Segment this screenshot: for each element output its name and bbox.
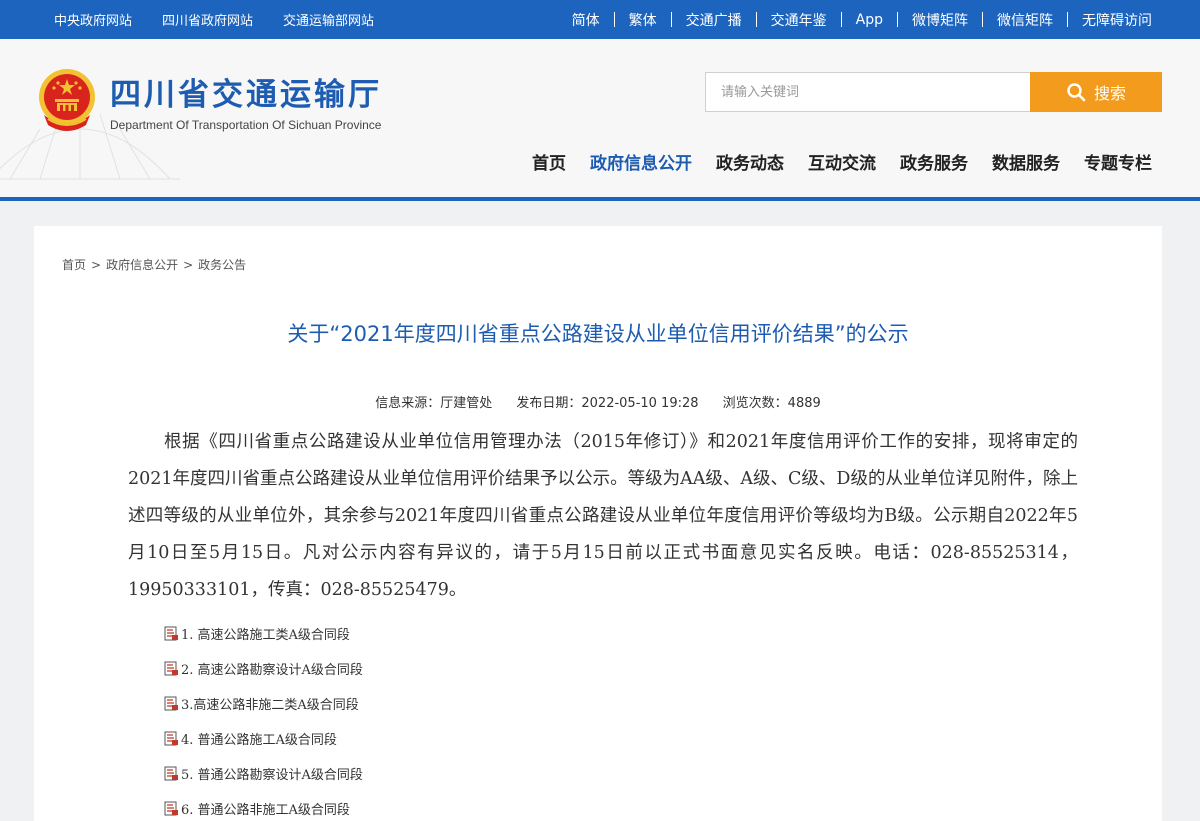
search-button-label: 搜索 [1093,84,1126,103]
attachment-link[interactable]: 6. 普通公路非施工A级合同段 [164,791,363,821]
divider [613,12,615,27]
breadcrumb: 首页 > 政府信息公开 > 政务公告 [62,256,246,273]
search-button[interactable]: 搜索 [1030,72,1162,112]
attachment-label: 6. 普通公路非施工A级合同段 [181,803,350,818]
file-icon [164,731,178,746]
file-icon [164,626,178,641]
nav-interaction[interactable]: 互动交流 [808,149,876,174]
link-weibo[interactable]: 微博矩阵 [912,10,968,30]
article-views: 浏览次数：4889 [722,396,821,411]
article-meta: 信息来源：厅建管处 发布日期：2022-05-10 19:28 浏览次数：488… [34,392,1162,411]
article-panel: 首页 > 政府信息公开 > 政务公告 关于“2021年度四川省重点公路建设从业单位信用评… [34,226,1162,821]
site-title[interactable]: 四川省交通运输厅 [110,69,382,114]
attachment-label: 4. 普通公路施工A级合同段 [181,733,337,748]
link-yearbook[interactable]: 交通年鉴 [771,10,827,30]
link-accessibility[interactable]: 无障碍访问 [1082,10,1152,30]
attachment-label: 3.高速公路非施二类A级合同段 [181,698,359,713]
divider [982,12,983,27]
breadcrumb-gov-info[interactable]: 政府信息公开 [106,258,178,272]
article-body: 根据《四川省重点公路建设从业单位信用管理办法（2015年修订）》和2021年度信… [128,432,1078,600]
attachment-link[interactable]: 4. 普通公路施工A级合同段 [164,721,363,756]
nav-news[interactable]: 政务动态 [716,149,784,174]
attachment-link[interactable]: 5. 普通公路勘察设计A级合同段 [164,756,363,791]
breadcrumb-separator: > [91,258,102,272]
link-wechat[interactable]: 微信矩阵 [997,10,1053,30]
attachment-link[interactable]: 1. 高速公路施工类A级合同段 [164,616,363,651]
nav-services[interactable]: 政务服务 [900,149,968,174]
link-traffic-radio[interactable]: 交通广播 [686,10,742,30]
link-sichuan-gov[interactable]: 四川省政府网站 [162,10,253,29]
header-divider [0,197,1200,201]
nav-home[interactable]: 首页 [532,149,566,174]
top-bar: 中央政府网站 四川省政府网站 交通运输部网站 简体 繁体 交通广播 交通年鉴 A… [0,0,1200,39]
attachment-link[interactable]: 3.高速公路非施二类A级合同段 [164,686,363,721]
site-subtitle: Department Of Transportation Of Sichuan … [110,118,382,132]
attachment-link[interactable]: 2. 高速公路勘察设计A级合同段 [164,651,363,686]
nav-data[interactable]: 数据服务 [992,149,1060,174]
file-icon [164,801,178,816]
main-nav: 首页 政府信息公开 政务动态 互动交流 政务服务 数据服务 专题专栏 [508,149,1152,174]
search-icon [1067,83,1086,102]
nav-topics[interactable]: 专题专栏 [1084,149,1152,174]
search-input[interactable] [705,72,1030,112]
file-icon [164,766,178,781]
top-bar-left-links: 中央政府网站 四川省政府网站 交通运输部网站 [54,0,404,39]
link-traditional[interactable]: 繁体 [629,10,657,30]
divider [670,12,672,27]
link-app[interactable]: App [856,12,883,28]
breadcrumb-announcement[interactable]: 政务公告 [198,258,246,272]
search-bar: 搜索 [705,72,1162,112]
attachment-label: 2. 高速公路勘察设计A级合同段 [181,663,363,678]
article-source: 信息来源：厅建管处 [375,396,493,411]
link-simplified[interactable]: 简体 [572,10,600,30]
divider [897,12,898,27]
top-bar-right-links: 简体 繁体 交通广播 交通年鉴 App 微博矩阵 微信矩阵 无障碍访问 [572,0,1152,39]
attachment-label: 1. 高速公路施工类A级合同段 [181,628,350,643]
national-emblem-icon[interactable] [36,67,98,133]
divider [1067,12,1068,27]
nav-gov-info[interactable]: 政府信息公开 [590,149,692,174]
attachment-list: 1. 高速公路施工类A级合同段 2. 高速公路勘察设计A级合同段 3.高速公路非… [164,616,363,821]
breadcrumb-separator: > [183,258,194,272]
article-title: 关于“2021年度四川省重点公路建设从业单位信用评价结果”的公示 [287,322,909,346]
breadcrumb-home[interactable]: 首页 [62,258,86,272]
divider [755,12,757,27]
link-ministry-transport[interactable]: 交通运输部网站 [283,10,374,29]
attachment-label: 5. 普通公路勘察设计A级合同段 [181,768,363,783]
link-central-gov[interactable]: 中央政府网站 [54,10,132,29]
file-icon [164,696,178,711]
site-header: 四川省交通运输厅 Department Of Transportation Of… [0,39,1200,197]
divider [840,12,842,27]
file-icon [164,661,178,676]
article-date: 发布日期：2022-05-10 19:28 [516,396,699,411]
